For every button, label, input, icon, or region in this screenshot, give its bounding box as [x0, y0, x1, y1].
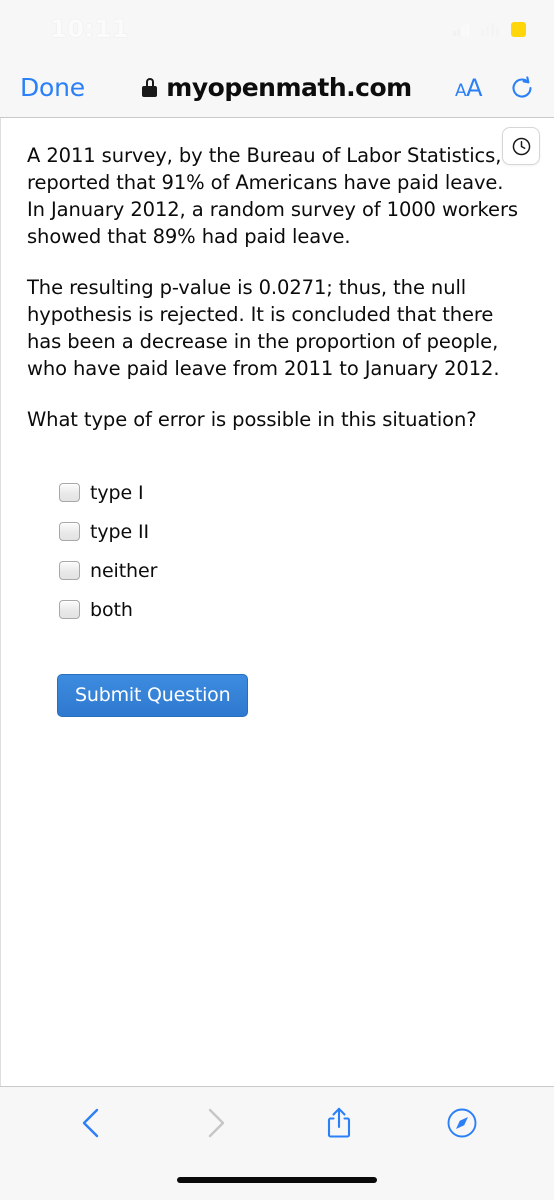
answer-choice-label: type II [90, 520, 149, 543]
question-paragraph-1: A 2011 survey, by the Bureau of Labor St… [27, 144, 518, 248]
answer-choice-label: type I [90, 481, 144, 504]
answer-choice-type-i[interactable]: type I [59, 473, 532, 512]
address-bar[interactable]: myopenmath.com [142, 73, 412, 102]
cellular-signal-icon [452, 23, 469, 36]
forward-button[interactable] [154, 1106, 278, 1140]
share-icon [327, 1107, 350, 1138]
safari-compass-icon [447, 1108, 477, 1138]
text-size-button[interactable]: A A [454, 73, 483, 102]
back-button[interactable] [30, 1106, 154, 1140]
clock-icon [512, 137, 530, 155]
question-paragraph-2: The resulting p-value is 0.0271; thus, t… [27, 276, 500, 380]
safari-in-app-browser: 10:11 Done myopenmath.com A A A 2011 sur… [0, 0, 554, 1200]
submit-question-button[interactable]: Submit Question [57, 674, 249, 717]
status-bar: 10:11 [0, 0, 554, 58]
bottom-toolbar-icons [0, 1087, 554, 1159]
answer-choice-label: neither [90, 559, 158, 582]
reload-icon [512, 75, 532, 98]
checkbox-type-ii[interactable] [59, 522, 80, 541]
chevron-left-icon [82, 1108, 98, 1138]
browser-toolbar-actions: A A [455, 74, 536, 102]
answer-choice-both[interactable]: both [59, 590, 532, 629]
clock-badge-button[interactable] [502, 127, 540, 165]
tabs-button[interactable] [401, 1107, 525, 1139]
done-button[interactable]: Done [20, 73, 85, 102]
web-content: A 2011 survey, by the Bureau of Labor St… [0, 118, 554, 1086]
wifi-icon [480, 22, 500, 36]
lock-icon [142, 78, 158, 97]
text-size-large-a: A [466, 73, 482, 102]
chevron-right-icon [209, 1108, 225, 1138]
answer-choice-list: type I type II neither both [59, 473, 532, 629]
status-indicators [452, 0, 526, 58]
checkbox-neither[interactable] [59, 561, 80, 580]
browser-bottom-toolbar [0, 1086, 554, 1200]
answer-choice-label: both [90, 598, 133, 621]
browser-toolbar: Done myopenmath.com A A [0, 58, 554, 118]
reload-button[interactable] [508, 74, 536, 102]
text-size-small-a: A [454, 80, 467, 101]
status-time: 10:11 [50, 15, 129, 43]
home-indicator [177, 1177, 377, 1183]
question-prompt: What type of error is possible in this s… [27, 408, 477, 431]
battery-low-power-icon [511, 21, 526, 37]
url-text: myopenmath.com [166, 73, 412, 102]
checkbox-both[interactable] [59, 600, 80, 619]
answer-choice-neither[interactable]: neither [59, 551, 532, 590]
share-button[interactable] [277, 1105, 401, 1141]
checkbox-type-i[interactable] [59, 483, 80, 502]
answer-choice-type-ii[interactable]: type II [59, 512, 532, 551]
